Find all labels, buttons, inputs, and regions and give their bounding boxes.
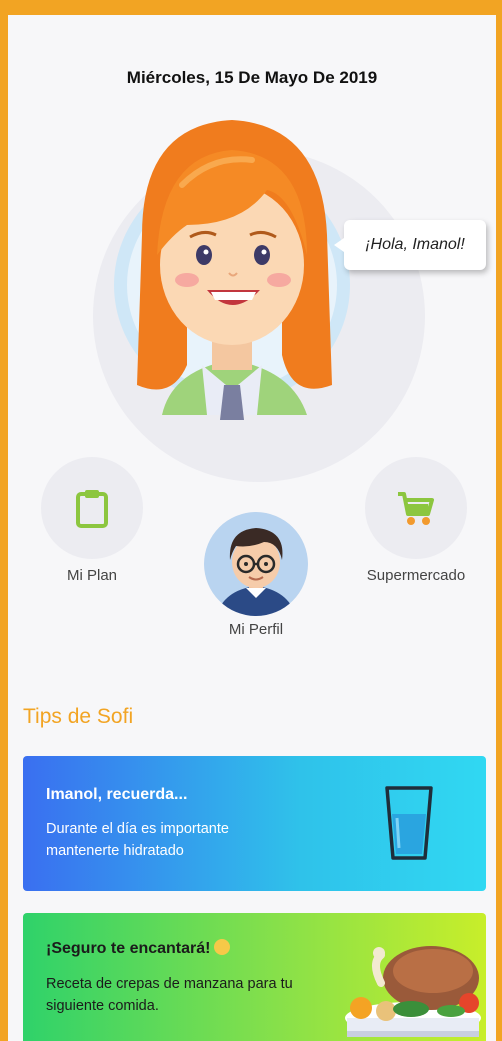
mi-perfil-label: Mi Perfil bbox=[228, 621, 284, 638]
user-avatar bbox=[204, 512, 308, 616]
tip-card-recipe[interactable]: ¡Seguro te encantará! Receta de crepas d… bbox=[23, 913, 486, 1041]
tip-card-title-text: ¡Seguro te encantará! bbox=[46, 940, 211, 957]
tip-card-hydration[interactable]: Imanol, recuerda... Durante el día es im… bbox=[23, 756, 486, 891]
supermercado-label: Supermercado bbox=[366, 567, 466, 584]
date-heading: Miércoles, 15 De Mayo De 2019 bbox=[126, 68, 378, 87]
smiling-face-icon bbox=[214, 939, 231, 955]
assistant-avatar[interactable] bbox=[92, 115, 372, 435]
mi-plan-button[interactable] bbox=[41, 457, 143, 559]
tips-section-title: Tips de Sofi bbox=[23, 705, 134, 728]
app-screen: Miércoles, 15 De Mayo De 2019 ¡Hola, Ima… bbox=[8, 15, 496, 1041]
water-glass-icon bbox=[385, 786, 433, 860]
food-plate-icon bbox=[345, 946, 481, 1037]
tip-card-title: Imanol, recuerda... bbox=[46, 786, 188, 803]
shopping-cart-icon bbox=[398, 492, 434, 525]
clipboard-icon bbox=[76, 490, 108, 528]
greeting-bubble: ¡Hola, Imanol! bbox=[334, 220, 486, 270]
tip-card-text: Receta de crepas de manzana para tu sigu… bbox=[46, 976, 293, 1014]
tip-card-text: Durante el día es importante mantenerte … bbox=[46, 821, 229, 859]
supermercado-button[interactable] bbox=[365, 457, 467, 559]
mi-plan-label: Mi Plan bbox=[66, 567, 118, 584]
tip-card-title: ¡Seguro te encantará! bbox=[46, 939, 231, 958]
mi-perfil-button[interactable] bbox=[204, 512, 308, 616]
